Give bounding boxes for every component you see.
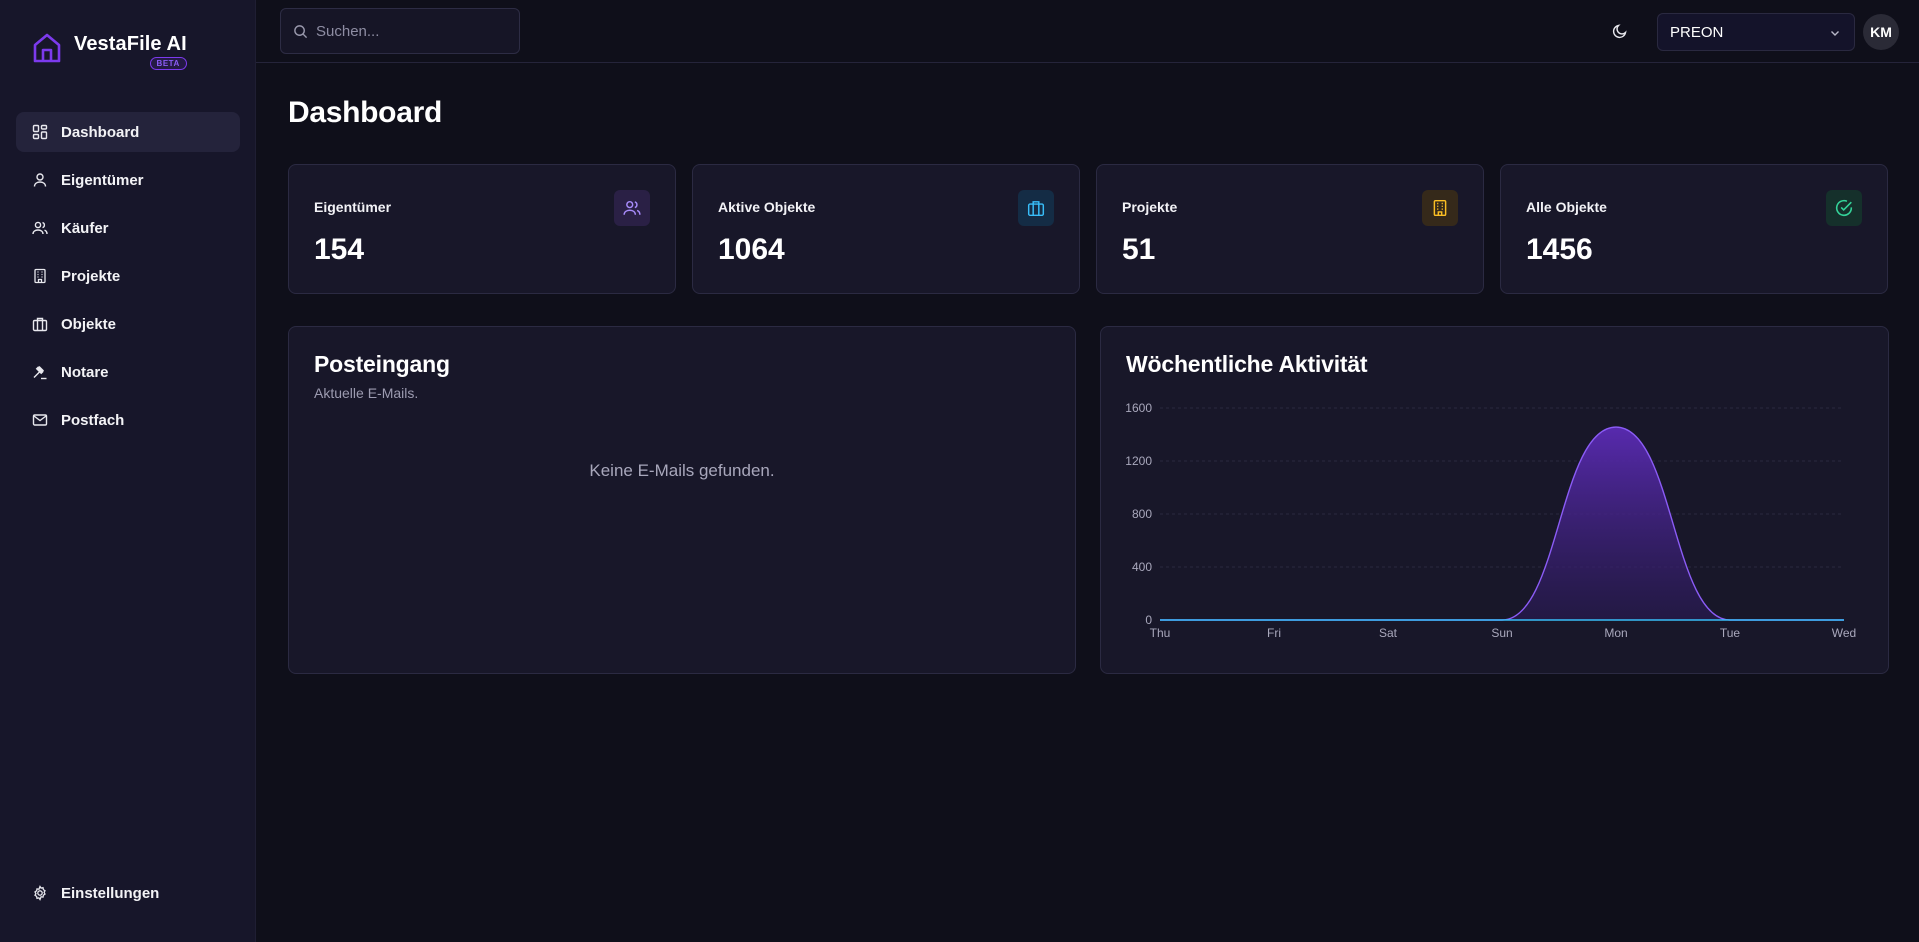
stat-card-aktive-objekte[interactable]: Aktive Objekte 1064	[692, 164, 1080, 294]
sidebar-item-label: Einstellungen	[61, 884, 160, 902]
stat-label: Alle Objekte	[1526, 199, 1607, 215]
sidebar-item-postfach[interactable]: Postfach	[16, 400, 240, 440]
sidebar-item-label: Käufer	[61, 219, 109, 237]
stat-card-eigentuemer[interactable]: Eigentümer 154	[288, 164, 676, 294]
avatar[interactable]: KM	[1863, 14, 1899, 50]
sidebar-item-projekte[interactable]: Projekte	[16, 256, 240, 296]
gear-icon	[34, 885, 46, 901]
user-icon	[33, 173, 47, 187]
briefcase-icon	[1027, 201, 1045, 217]
search-icon	[294, 24, 308, 38]
inbox-title: Posteingang	[314, 351, 450, 377]
sidebar-nav: Dashboard Eigentümer Käufer Projekte Obj…	[16, 112, 240, 448]
stat-icon-badge	[1018, 190, 1054, 226]
y-tick-label: 800	[1132, 507, 1152, 521]
inbox-empty-message: Keine E-Mails gefunden.	[589, 461, 775, 480]
brand[interactable]: VestaFile AI BETA	[32, 32, 187, 70]
stat-card-alle-objekte[interactable]: Alle Objekte 1456	[1500, 164, 1888, 294]
x-tick-label: Tue	[1720, 626, 1741, 640]
x-tick-label: Sat	[1379, 626, 1398, 640]
top-bar: PREON KM	[256, 0, 1919, 63]
brand-name: VestaFile AI	[74, 33, 187, 55]
sidebar-item-kaeufer[interactable]: Käufer	[16, 208, 240, 248]
series-area	[1160, 427, 1844, 620]
search-input[interactable]	[316, 22, 506, 40]
stat-label: Eigentümer	[314, 199, 392, 215]
sidebar-item-label: Projekte	[61, 267, 121, 285]
users-icon	[623, 200, 641, 215]
building-icon	[34, 268, 46, 284]
mail-icon	[32, 414, 48, 426]
dashboard-icon	[32, 124, 48, 140]
stat-value: 154	[314, 233, 365, 266]
sidebar: VestaFile AI BETA Dashboard Eigentümer K…	[0, 0, 256, 942]
y-tick-label: 1200	[1125, 454, 1152, 468]
inbox-panel: Posteingang Aktuelle E-Mails. Keine E-Ma…	[288, 326, 1076, 674]
stat-value: 51	[1122, 233, 1156, 266]
gavel-icon	[33, 366, 47, 380]
theme-toggle-button[interactable]	[1609, 20, 1631, 42]
stat-value: 1456	[1526, 233, 1593, 266]
x-tick-label: Mon	[1604, 626, 1627, 640]
organization-select[interactable]: PREON	[1657, 13, 1855, 51]
briefcase-icon	[32, 317, 48, 332]
y-tick-label: 0	[1145, 613, 1152, 627]
building-icon	[1433, 199, 1447, 217]
users-icon	[32, 221, 48, 235]
x-tick-label: Fri	[1267, 626, 1281, 640]
stat-icon-badge	[614, 190, 650, 226]
house-logo-icon	[33, 33, 61, 63]
sidebar-item-label: Objekte	[61, 315, 117, 333]
organization-select-value: PREON	[1670, 23, 1724, 41]
sidebar-footer: Einstellungen	[16, 873, 240, 921]
activity-panel: Wöchentliche Aktivität 0 400 800 1200 1600 Th…	[1100, 326, 1889, 674]
y-tick-label: 1600	[1125, 401, 1152, 415]
chevron-down-icon	[1831, 31, 1839, 36]
moon-icon	[1612, 24, 1627, 39]
series-line	[1159, 426, 1844, 621]
beta-badge: BETA	[149, 57, 187, 70]
stat-label: Projekte	[1122, 199, 1178, 215]
sidebar-item-einstellungen[interactable]: Einstellungen	[16, 873, 240, 913]
activity-chart: 0 400 800 1200 1600 Thu Fri Sat Sun Mon Tue Wed	[1125, 401, 1856, 640]
y-tick-label: 400	[1132, 560, 1152, 574]
search-box[interactable]	[280, 8, 520, 54]
sidebar-item-eigentuemer[interactable]: Eigentümer	[16, 160, 240, 200]
page-title: Dashboard	[288, 96, 442, 129]
x-tick-label: Wed	[1832, 626, 1856, 640]
stat-card-projekte[interactable]: Projekte 51	[1096, 164, 1484, 294]
sidebar-item-objekte[interactable]: Objekte	[16, 304, 240, 344]
inbox-subtitle: Aktuelle E-Mails.	[314, 385, 419, 401]
sidebar-item-label: Eigentümer	[61, 171, 144, 189]
sidebar-item-notare[interactable]: Notare	[16, 352, 240, 392]
stat-value: 1064	[718, 233, 785, 266]
sidebar-item-label: Notare	[61, 363, 109, 381]
stat-icon-badge	[1422, 190, 1458, 226]
stat-label: Aktive Objekte	[718, 199, 816, 215]
sidebar-item-label: Dashboard	[61, 123, 140, 141]
stat-icon-badge	[1826, 190, 1862, 226]
check-circle-icon	[1835, 199, 1853, 217]
x-tick-label: Thu	[1150, 626, 1171, 640]
sidebar-item-dashboard[interactable]: Dashboard	[16, 112, 240, 152]
sidebar-item-label: Postfach	[61, 411, 125, 429]
x-tick-label: Sun	[1491, 626, 1512, 640]
